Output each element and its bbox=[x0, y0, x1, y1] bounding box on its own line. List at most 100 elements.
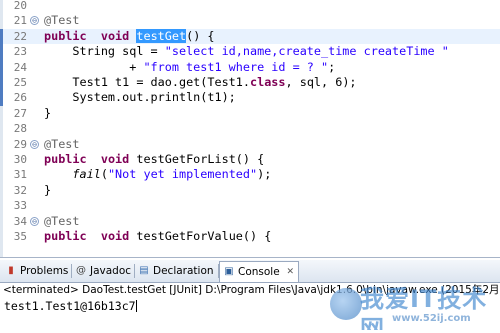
code-token: String sql = bbox=[44, 44, 165, 59]
line-number: 21 bbox=[13, 14, 27, 28]
code-token: ( bbox=[100, 167, 108, 182]
code-token: + bbox=[44, 59, 144, 74]
code-text: @Test bbox=[44, 137, 80, 152]
code-line[interactable]: 27} bbox=[0, 106, 500, 121]
tab-declaration[interactable]: ▤ Declaration bbox=[135, 261, 217, 281]
tab-problems[interactable]: ▮ Problems bbox=[2, 261, 70, 281]
code-token: () { bbox=[186, 28, 215, 43]
line-number: 23 bbox=[13, 45, 27, 59]
code-text: @Test bbox=[44, 13, 80, 28]
selected-text: testGet bbox=[136, 28, 187, 43]
code-token: , sql, 6); bbox=[285, 75, 357, 89]
code-token: void bbox=[100, 28, 130, 43]
code-line[interactable]: 31 fail("Not yet implemented"); bbox=[0, 167, 500, 182]
fold-collapse-icon[interactable]: ⊖ bbox=[30, 16, 39, 26]
line-number: 25 bbox=[13, 76, 27, 89]
line-number: 26 bbox=[13, 91, 27, 105]
code-token: void bbox=[100, 152, 130, 166]
line-number: 28 bbox=[13, 122, 27, 136]
code-line[interactable]: 24 + "from test1 where id = ? "; bbox=[0, 59, 500, 75]
close-icon[interactable]: ✕ bbox=[286, 262, 294, 282]
code-token: @Test bbox=[44, 136, 80, 151]
text-cursor bbox=[135, 300, 137, 312]
view-tab-bar: ▮ Problems @ Javadoc ▤ Declaration ▣ Console ✕ bbox=[0, 260, 500, 283]
line-number: 33 bbox=[13, 199, 27, 213]
code-line[interactable]: 29 ⊖ @Test bbox=[0, 137, 500, 152]
javadoc-icon: @ bbox=[76, 265, 86, 276]
code-token: "from test1 where id = ? " bbox=[143, 59, 329, 74]
code-text: @Test bbox=[44, 214, 80, 229]
code-token: .get(Test1. bbox=[171, 75, 250, 89]
code-token: .println(t1); bbox=[143, 90, 236, 105]
code-token: ); bbox=[257, 167, 272, 182]
code-line[interactable]: 22 public void testGet() { bbox=[0, 28, 500, 45]
code-line[interactable]: 33 bbox=[0, 198, 500, 213]
line-number: 30 bbox=[13, 153, 27, 166]
code-line[interactable]: 26 System.out.println(t1); bbox=[0, 90, 500, 106]
tab-label: Console bbox=[238, 266, 280, 278]
line-number: 31 bbox=[13, 168, 27, 182]
code-token: void bbox=[100, 229, 130, 243]
code-text: Test1 t1 = dao.get(Test1.class, sql, 6); bbox=[44, 75, 357, 90]
line-number: 20 bbox=[13, 0, 27, 12]
code-token: System. bbox=[44, 90, 123, 105]
code-text: + "from test1 where id = ? "; bbox=[44, 60, 335, 75]
code-text: String sql = "select id,name,create_time… bbox=[44, 44, 449, 59]
code-text: public void testGet() { bbox=[44, 28, 215, 44]
tab-label: Javadoc bbox=[90, 265, 132, 277]
code-line[interactable]: 35 public void testGetForValue() { bbox=[0, 229, 500, 244]
watermark-globe-icon bbox=[330, 288, 362, 320]
code-line[interactable]: 20 bbox=[0, 0, 500, 13]
code-token: out bbox=[122, 90, 144, 105]
code-token: public bbox=[44, 28, 87, 43]
line-number: 27 bbox=[13, 106, 27, 120]
declaration-icon: ▤ bbox=[139, 265, 149, 276]
console-icon: ▣ bbox=[224, 266, 234, 277]
tab-label: Problems bbox=[20, 265, 69, 277]
code-token: public bbox=[44, 229, 87, 243]
console-output[interactable]: test1.Test1@16b13c7 bbox=[4, 298, 137, 314]
tab-console[interactable]: ▣ Console ✕ bbox=[219, 261, 299, 282]
code-editor[interactable]: 20 21 ⊖ @Test 22 public void testGet() {23 St… bbox=[0, 0, 500, 257]
code-token: "Not yet implemented" bbox=[107, 167, 258, 182]
code-token: "select id,name,create_time createTime " bbox=[164, 44, 449, 59]
code-token: class bbox=[250, 75, 286, 89]
code-token: dao bbox=[150, 75, 172, 89]
code-token: public bbox=[44, 152, 87, 166]
code-text: } bbox=[44, 106, 51, 121]
code-token: testGetForValue() { bbox=[129, 229, 272, 243]
code-line[interactable]: 34 ⊖ @Test bbox=[0, 214, 500, 229]
code-line[interactable]: 23 String sql = "select id,name,create_t… bbox=[0, 44, 500, 60]
code-token: } bbox=[44, 105, 52, 120]
line-number: 34 bbox=[13, 214, 27, 228]
line-number: 22 bbox=[13, 29, 27, 43]
code-token: @Test bbox=[44, 13, 80, 28]
fold-collapse-icon[interactable]: ⊖ bbox=[30, 216, 39, 226]
code-token: Test1 t1 = bbox=[44, 75, 151, 89]
problems-icon: ▮ bbox=[8, 265, 14, 276]
code-text: System.out.println(t1); bbox=[44, 90, 236, 105]
fold-collapse-icon[interactable]: ⊖ bbox=[30, 139, 39, 149]
code-token: ; bbox=[328, 59, 336, 74]
line-number: 24 bbox=[13, 60, 27, 74]
tab-javadoc[interactable]: @ Javadoc bbox=[72, 261, 133, 281]
line-number: 35 bbox=[13, 230, 27, 243]
code-line[interactable]: 25 Test1 t1 = dao.get(Test1.class, sql, … bbox=[0, 75, 500, 91]
code-text: fail("Not yet implemented"); bbox=[44, 167, 271, 182]
code-line[interactable]: 21 ⊖ @Test bbox=[0, 13, 500, 28]
code-text: public void testGetForList() { bbox=[44, 152, 264, 167]
code-token: @Test bbox=[44, 213, 80, 228]
code-text: } bbox=[44, 183, 51, 198]
code-line[interactable]: 28 bbox=[0, 121, 500, 136]
code-line[interactable]: 32} bbox=[0, 183, 500, 198]
console-output-text: test1.Test1@16b13c7 bbox=[4, 299, 136, 313]
watermark-logo: 我爱IT技术网 www.52ij.com bbox=[330, 284, 498, 330]
tab-label: Declaration bbox=[153, 265, 214, 277]
code-token: testGetForList() { bbox=[129, 152, 265, 166]
code-token: fail bbox=[72, 167, 101, 182]
code-line[interactable]: 30 public void testGetForList() { bbox=[0, 152, 500, 167]
code-text: public void testGetForValue() { bbox=[44, 229, 271, 244]
